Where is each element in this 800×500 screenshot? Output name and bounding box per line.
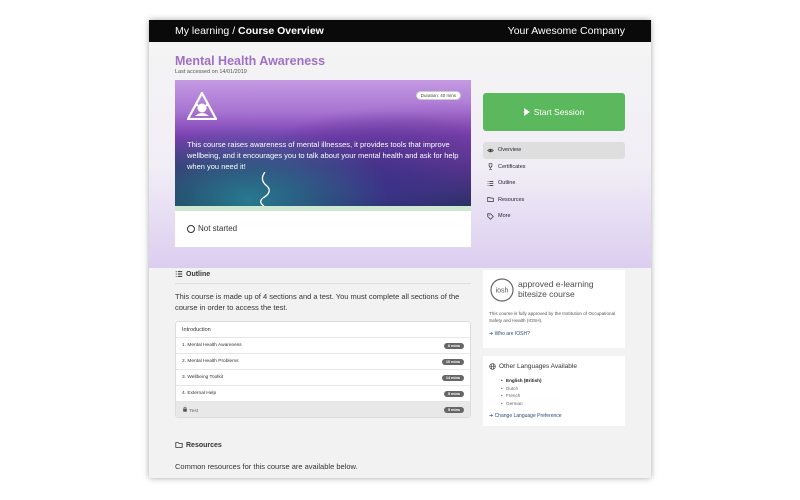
list-item[interactable]: 2. Mental Health Problems 10 mins	[176, 353, 470, 369]
resources-heading-label: Resources	[186, 441, 222, 449]
divider	[175, 283, 471, 284]
side-nav: Overview Certificates Outline Resources …	[483, 142, 625, 225]
iosh-title-line2: bitesize course	[518, 289, 575, 299]
languages-heading: Other Languages Available	[489, 363, 577, 370]
duration-badge: 6 mins	[443, 342, 464, 349]
eye-icon	[487, 148, 494, 152]
list-item[interactable]: 4. External Help 5 mins	[176, 385, 470, 401]
languages-heading-label: Other Languages Available	[499, 363, 577, 370]
status-card: Not started	[175, 211, 471, 247]
breadcrumb: My learning / Course Overview	[175, 25, 324, 37]
languages-list: English (British) Dutch French German	[501, 377, 542, 408]
duration-badge: Duration: 40 mins	[415, 91, 461, 100]
breadcrumb-parent[interactable]: My learning /	[175, 25, 238, 37]
side-nav-label: Certificates	[498, 163, 526, 170]
side-nav-item-certificates[interactable]: Certificates	[483, 159, 625, 176]
list-item-label: Test	[189, 408, 199, 414]
iosh-logo: iosh	[490, 278, 514, 302]
list-item[interactable]: 1. Mental Health Awareness 6 mins	[176, 337, 470, 353]
start-session-button[interactable]: Start Session	[483, 93, 625, 131]
folder-icon	[175, 442, 183, 448]
outline-description: This course is made up of 4 sections and…	[175, 292, 460, 312]
list-item-label-wrap: Test	[182, 406, 198, 414]
company-name: Your Awesome Company	[507, 25, 625, 37]
side-nav-label: Outline	[498, 180, 516, 187]
svg-text:iosh: iosh	[496, 288, 509, 295]
language-item: French	[501, 392, 541, 400]
languages-card: Other Languages Available English (Briti…	[483, 356, 625, 426]
arrow-right-icon: ➜	[489, 413, 494, 419]
breadcrumb-current: Course Overview	[238, 25, 324, 37]
iosh-title: approved e-learning bitesize course	[518, 279, 594, 299]
iosh-title-line1: approved e-learning	[518, 279, 594, 289]
arrow-right-icon: ➜	[489, 331, 494, 337]
course-description: This course raises awareness of mental i…	[187, 140, 459, 171]
list-item-label: 3. Wellbeing Toolkit	[182, 375, 224, 380]
folder-icon	[487, 197, 494, 203]
side-nav-item-resources[interactable]: Resources	[483, 192, 625, 209]
list-item-introduction[interactable]: Introduction	[176, 322, 470, 337]
resources-heading: Resources	[175, 441, 222, 449]
top-bar: My learning / Course Overview Your Aweso…	[149, 20, 651, 42]
change-language-label: Change Language Preference	[494, 413, 562, 419]
globe-icon	[489, 363, 496, 370]
who-are-iosh-link[interactable]: ➜ Who are IOSH?	[489, 331, 530, 337]
outline-heading: Outline	[175, 270, 210, 278]
start-session-label: Start Session	[533, 107, 585, 117]
list-item-label: 1. Mental Health Awareness	[182, 343, 242, 348]
side-nav-item-more[interactable]: More	[483, 208, 625, 225]
list-icon	[487, 180, 494, 186]
language-item: Dutch	[501, 385, 541, 393]
duration-badge: 14 mins	[441, 374, 464, 381]
iosh-card: iosh approved e-learning bitesize course…	[483, 270, 625, 348]
list-item-label: Introduction	[182, 326, 211, 333]
duration-badge: 10 mins	[441, 358, 464, 365]
duration-badge: 5 mins	[443, 406, 464, 413]
list-item[interactable]: 3. Wellbeing Toolkit 14 mins	[176, 369, 470, 385]
side-nav-label: More	[498, 213, 511, 220]
list-icon	[175, 271, 183, 277]
status-circle-icon	[187, 225, 195, 233]
outline-heading-label: Outline	[186, 270, 211, 278]
course-banner: Duration: 40 mins This course raises awa…	[175, 80, 471, 206]
tags-icon	[487, 213, 494, 220]
mental-health-logo-icon	[187, 92, 217, 120]
language-item: English (British)	[501, 377, 542, 385]
list-item-label: 4. External Help	[182, 391, 217, 396]
side-nav-item-outline[interactable]: Outline	[483, 175, 625, 192]
side-nav-label: Resources	[498, 196, 525, 203]
language-item: German	[501, 400, 541, 408]
iosh-description: This course is fully approved by the Ins…	[489, 311, 616, 323]
decorative-line	[260, 172, 270, 206]
side-nav-item-overview[interactable]: Overview	[483, 142, 625, 159]
list-item-label: 2. Mental Health Problems	[182, 359, 239, 364]
page-title: Mental Health Awareness	[175, 54, 326, 68]
iosh-link-label: Who are IOSH?	[494, 331, 530, 337]
last-accessed-text: Last accessed on 14/01/2019	[175, 69, 247, 75]
resources-description: Common resources for this course are ava…	[175, 462, 358, 471]
trophy-icon	[488, 163, 493, 170]
status-label: Not started	[198, 223, 238, 233]
play-icon	[523, 108, 530, 116]
app-window: My learning / Course Overview Your Aweso…	[149, 20, 651, 478]
outline-list: Introduction 1. Mental Health Awareness …	[175, 321, 471, 418]
side-nav-label: Overview	[498, 147, 521, 154]
duration-badge: 5 mins	[443, 390, 464, 397]
lock-icon	[183, 406, 187, 412]
list-item-test: Test 5 mins	[176, 401, 470, 417]
change-language-link[interactable]: ➜ Change Language Preference	[489, 413, 562, 419]
